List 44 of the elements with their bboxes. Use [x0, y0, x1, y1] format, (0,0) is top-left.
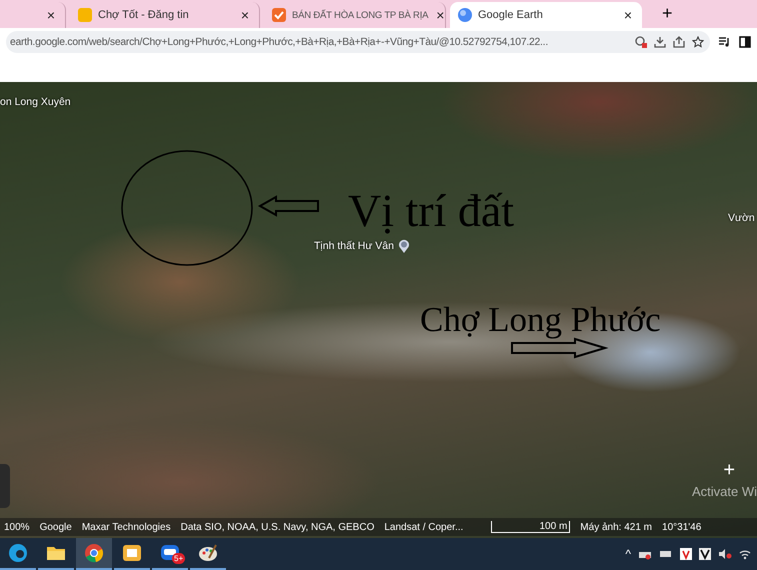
edge-icon — [8, 543, 28, 563]
close-tab-button[interactable]: × — [238, 7, 251, 23]
edit-icon — [272, 8, 286, 22]
annotation-text: Vị trí đất — [348, 188, 514, 234]
close-tab-button[interactable]: × — [44, 7, 57, 23]
place-label[interactable]: Vườn — [728, 212, 755, 224]
place-label[interactable]: on Long Xuyên — [0, 96, 71, 108]
arrow-shape — [258, 195, 319, 217]
place-label[interactable]: Tịnh thất Hư Vân — [314, 240, 394, 252]
palette-icon — [198, 543, 218, 563]
panel-handle[interactable] — [0, 464, 10, 508]
mail-icon — [122, 543, 142, 563]
share-icon[interactable] — [673, 36, 685, 48]
battery-icon[interactable] — [659, 548, 673, 560]
tray-caret[interactable]: ^ — [625, 547, 631, 561]
scale-bar: 100 m — [491, 521, 570, 533]
credit-text: Landsat / Coper... — [384, 522, 464, 532]
playlist-icon[interactable] — [718, 36, 731, 48]
globe-icon — [458, 8, 472, 22]
chrome-icon — [84, 543, 104, 563]
wifi-icon[interactable] — [739, 548, 751, 560]
star-icon[interactable] — [692, 36, 704, 48]
credit-text: Google — [40, 522, 72, 532]
new-tab-button[interactable]: + — [656, 2, 679, 25]
zoom-in-button[interactable]: + — [723, 460, 735, 480]
activation-notice: Activate Wi — [692, 484, 757, 499]
download-icon[interactable] — [654, 36, 666, 48]
blocked-icon[interactable] — [635, 36, 647, 48]
annotation-text: Chợ Long Phước — [420, 302, 661, 337]
credit-text: Maxar Technologies — [82, 522, 171, 532]
v-logo-icon[interactable] — [699, 548, 711, 560]
coordinates-text: 10°31'46 — [662, 522, 702, 532]
close-tab-button[interactable]: × — [622, 7, 634, 23]
speaker-muted-icon[interactable] — [718, 548, 732, 560]
notification-badge: 5+ — [172, 553, 186, 564]
camera-altitude: Máy ảnh: 421 m — [580, 522, 652, 532]
close-tab-button[interactable]: × — [434, 7, 446, 23]
sidebar-icon[interactable] — [739, 36, 751, 48]
place-pin-icon[interactable] — [398, 239, 410, 253]
taskbar-app[interactable]: 5+ — [152, 538, 188, 570]
zoom-level: 100% — [4, 522, 30, 532]
browser-tab[interactable]: Google Earth × — [450, 2, 642, 28]
credit-text: Data SIO, NOAA, U.S. Navy, NGA, GEBCO — [180, 522, 374, 532]
address-bar[interactable]: earth.google.com/web/search/Chợ+Long+Phước,+Long+Phước,+Bà+Rịa,+Bà+Rịa+-+Vũng+Tàu/@10.52792754,107.22... — [6, 31, 710, 53]
